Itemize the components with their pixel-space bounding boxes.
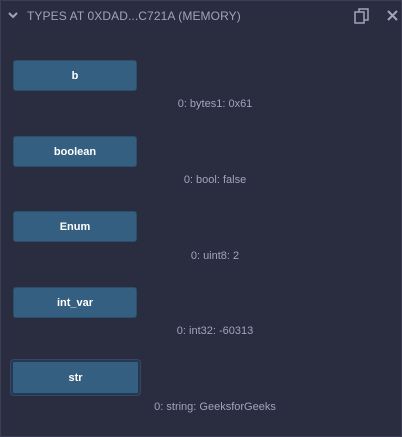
deployed-contract-panel: TYPES AT 0XDAD...C721A (MEMORY) b 0: byt… — [0, 0, 402, 437]
function-button-str[interactable]: str — [11, 360, 140, 395]
function-button-b[interactable]: b — [13, 60, 137, 91]
function-result-int-var: 0: int32: -60313 — [176, 325, 254, 337]
copy-icon[interactable] — [354, 8, 369, 24]
function-result-b: 0: bytes1: 0x61 — [177, 98, 253, 110]
function-result-boolean: 0: bool: false — [183, 174, 247, 186]
contract-title[interactable]: TYPES AT 0XDAD...C721A (MEMORY) — [27, 9, 241, 23]
function-button-int-var[interactable]: int_var — [13, 287, 137, 318]
function-result-enum: 0: uint8: 2 — [190, 250, 240, 262]
function-button-boolean[interactable]: boolean — [13, 136, 137, 167]
contract-header: TYPES AT 0XDAD...C721A (MEMORY) — [1, 1, 401, 31]
chevron-down-icon[interactable] — [7, 9, 19, 21]
close-icon[interactable] — [387, 10, 398, 21]
function-button-enum[interactable]: Enum — [13, 211, 137, 242]
function-result-str: 0: string: GeeksforGeeks — [154, 401, 276, 413]
